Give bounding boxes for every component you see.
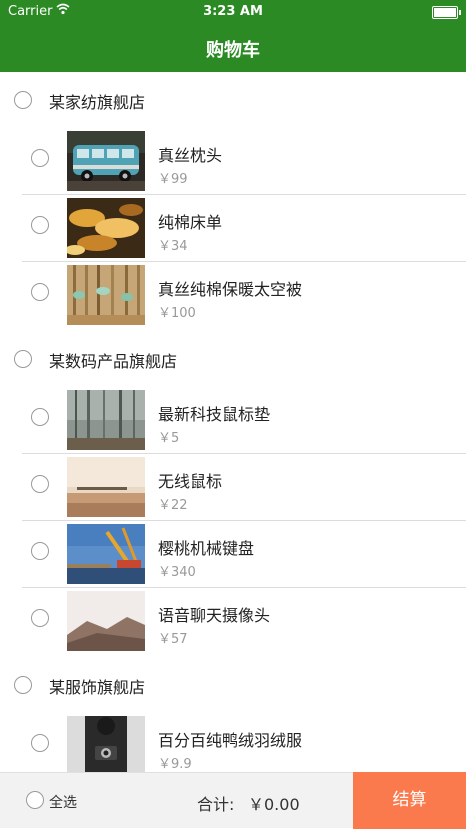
store-row[interactable]: 某数码产品旗舰店	[0, 331, 466, 387]
cart-item-row[interactable]: 百分百纯鸭绒羽绒服 ￥9.9	[0, 713, 466, 772]
battery-icon	[432, 6, 461, 19]
cart-item-row[interactable]: 最新科技鼠标垫 ￥5	[0, 387, 466, 454]
store-select-radio[interactable]	[14, 350, 32, 368]
status-time: 3:23 AM	[203, 4, 263, 19]
checkout-button[interactable]: 结算	[353, 772, 466, 829]
product-image-beach	[67, 457, 145, 517]
product-price: ￥100	[158, 306, 196, 321]
total-label: 合计:	[197, 795, 235, 814]
product-price: ￥340	[158, 565, 196, 580]
store-name: 某数码产品旗舰店	[49, 352, 178, 371]
store-select-radio[interactable]	[14, 676, 32, 694]
cart-item-row[interactable]: 纯棉床单 ￥34	[0, 195, 466, 262]
item-select-radio[interactable]	[31, 542, 49, 560]
product-image-hills	[67, 591, 145, 651]
product-price: ￥57	[158, 632, 188, 647]
total-amount: ￥0.00	[248, 795, 300, 814]
cart-item-row[interactable]: 樱桃机械键盘 ￥340	[0, 521, 466, 588]
item-select-radio[interactable]	[31, 609, 49, 627]
item-select-radio[interactable]	[31, 475, 49, 493]
nav-header: Carrier 3:23 AM 购物车	[0, 0, 466, 72]
product-name: 纯棉床单	[158, 213, 223, 232]
cart-item-row[interactable]: 无线鼠标 ￥22	[0, 454, 466, 521]
product-image-plants	[67, 265, 145, 325]
product-image-van	[67, 131, 145, 191]
status-bar: Carrier 3:23 AM	[0, 0, 466, 24]
cart-list[interactable]: 某家纺旗舰店 真丝枕头 ￥99 纯棉床单 ￥34 真丝纯棉保暖太空被 ￥100 …	[0, 72, 466, 772]
store-select-radio[interactable]	[14, 91, 32, 109]
checkout-bar: 全选 合计: ￥0.00 结算	[0, 772, 466, 829]
item-select-radio[interactable]	[31, 408, 49, 426]
product-price: ￥99	[158, 172, 188, 187]
store-row[interactable]: 某服饰旗舰店	[0, 657, 466, 713]
product-name: 真丝纯棉保暖太空被	[158, 280, 303, 299]
cart-item-row[interactable]: 真丝枕头 ￥99	[0, 128, 466, 195]
store-name: 某家纺旗舰店	[49, 93, 146, 112]
page-title: 购物车	[206, 40, 260, 61]
product-price: ￥34	[158, 239, 188, 254]
item-select-radio[interactable]	[31, 149, 49, 167]
product-image-forest	[67, 390, 145, 450]
cart-item-row[interactable]: 真丝纯棉保暖太空被 ￥100	[0, 262, 466, 331]
item-select-radio[interactable]	[31, 283, 49, 301]
cart-item-row[interactable]: 语音聊天摄像头 ￥57	[0, 588, 466, 657]
product-name: 百分百纯鸭绒羽绒服	[158, 731, 303, 750]
product-price: ￥9.9	[158, 757, 192, 772]
product-name: 真丝枕头	[158, 146, 223, 165]
store-row[interactable]: 某家纺旗舰店	[0, 72, 466, 128]
select-all-radio[interactable]	[26, 791, 44, 809]
select-all-label[interactable]: 全选	[49, 792, 77, 812]
item-select-radio[interactable]	[31, 216, 49, 234]
product-name: 樱桃机械键盘	[158, 539, 255, 558]
product-name: 无线鼠标	[158, 472, 223, 491]
product-image-leaves	[67, 198, 145, 258]
product-image-camera-person	[67, 716, 145, 772]
product-image-crane	[67, 524, 145, 584]
product-price: ￥5	[158, 431, 180, 446]
product-price: ￥22	[158, 498, 188, 513]
product-name: 最新科技鼠标垫	[158, 405, 271, 424]
product-name: 语音聊天摄像头	[158, 606, 271, 625]
store-name: 某服饰旗舰店	[49, 678, 146, 697]
item-select-radio[interactable]	[31, 734, 49, 752]
